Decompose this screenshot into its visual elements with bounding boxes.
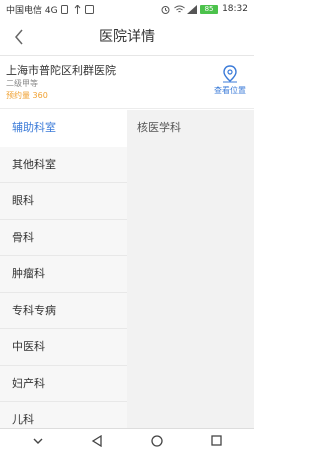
chevron-down-icon bbox=[33, 438, 43, 444]
department-item[interactable]: 眼科 bbox=[0, 183, 127, 220]
sim-icon bbox=[60, 5, 70, 14]
department-item[interactable]: 肿瘤科 bbox=[0, 256, 127, 293]
status-bar: 中国电信 4G 85 18:32 bbox=[0, 0, 254, 18]
view-location-button[interactable]: 查看位置 bbox=[212, 65, 248, 103]
booking-count: 预约量 360 bbox=[6, 91, 48, 100]
department-item[interactable]: 骨科 bbox=[0, 219, 127, 256]
hospital-level: 二级甲等 bbox=[6, 79, 38, 88]
hospital-name: 上海市普陀区利群医院 bbox=[6, 64, 116, 77]
hide-keyboard-button[interactable] bbox=[28, 431, 48, 451]
battery-icon: 85 bbox=[200, 4, 219, 14]
nav-bar: 医院详情 bbox=[0, 18, 254, 56]
sub-department-panel: 核医学科 bbox=[127, 110, 254, 428]
department-item[interactable]: 辅助科室 bbox=[0, 110, 127, 147]
carrier-label: 中国电信 4G bbox=[6, 5, 58, 16]
system-home-button[interactable] bbox=[147, 431, 167, 451]
system-nav-bar bbox=[0, 428, 254, 452]
status-right: 85 18:32 bbox=[161, 4, 248, 14]
page-title: 医院详情 bbox=[99, 29, 155, 45]
department-item[interactable]: 妇产科 bbox=[0, 365, 127, 402]
circle-home-icon bbox=[151, 434, 163, 447]
department-item[interactable]: 儿科 bbox=[0, 402, 127, 428]
notification-icon bbox=[84, 5, 94, 14]
signal-icon bbox=[187, 5, 198, 14]
map-pin-icon bbox=[223, 65, 237, 83]
clock: 18:32 bbox=[222, 4, 248, 14]
department-item[interactable]: 其他科室 bbox=[0, 146, 127, 183]
hospital-card: 上海市普陀区利群医院 二级甲等 预约量 360 查看位置 bbox=[0, 57, 254, 109]
system-recents-button[interactable] bbox=[206, 431, 226, 451]
sub-department-item[interactable]: 核医学科 bbox=[127, 110, 254, 146]
location-label: 查看位置 bbox=[214, 86, 246, 95]
department-item[interactable]: 专科专病 bbox=[0, 292, 127, 329]
triangle-back-icon bbox=[92, 434, 102, 447]
department-item[interactable]: 中医科 bbox=[0, 329, 127, 366]
system-back-button[interactable] bbox=[87, 431, 107, 451]
alarm-icon bbox=[161, 5, 170, 14]
square-recents-icon bbox=[211, 435, 222, 446]
status-left: 中国电信 4G bbox=[6, 3, 94, 16]
department-list: 辅助科室 其他科室 眼科 骨科 肿瘤科 专科专病 中医科 妇产科 儿科 bbox=[0, 110, 127, 428]
wifi-icon bbox=[174, 5, 185, 13]
usb-icon bbox=[73, 4, 82, 14]
